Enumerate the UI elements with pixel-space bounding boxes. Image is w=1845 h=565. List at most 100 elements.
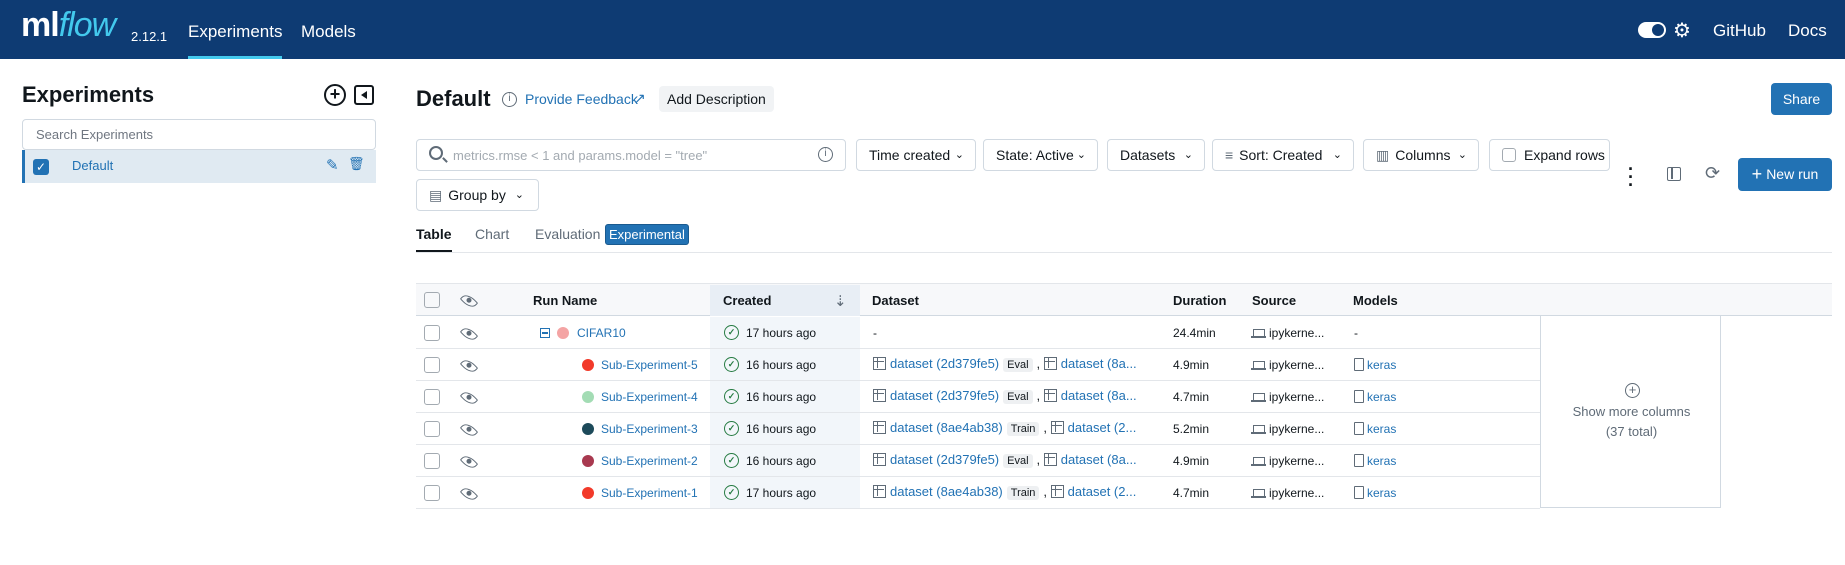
run-name-link[interactable]: CIFAR10 bbox=[577, 326, 626, 340]
row-checkbox[interactable] bbox=[424, 389, 440, 405]
models-cell[interactable]: keras bbox=[1354, 486, 1396, 500]
run-color-dot[interactable] bbox=[582, 391, 594, 403]
row-checkbox[interactable] bbox=[424, 421, 440, 437]
eye-icon[interactable] bbox=[459, 291, 479, 311]
dataset-link[interactable]: dataset (8a... bbox=[1061, 356, 1137, 371]
run-color-dot[interactable] bbox=[582, 423, 594, 435]
table-row[interactable]: Sub-Experiment-5 ✓ 16 hours ago dataset (2d… bbox=[416, 349, 1540, 381]
dataset-link[interactable]: dataset (2... bbox=[1068, 484, 1137, 499]
row-checkbox[interactable] bbox=[424, 357, 440, 373]
run-color-dot[interactable] bbox=[557, 327, 569, 339]
gear-icon[interactable]: ⚙ bbox=[1673, 18, 1691, 43]
time-created-dropdown[interactable]: Time created ⌄ bbox=[856, 139, 976, 171]
models-cell[interactable]: keras bbox=[1354, 358, 1396, 372]
tab-table[interactable]: Table bbox=[416, 226, 452, 253]
info-icon[interactable]: i bbox=[502, 92, 517, 107]
nav-github[interactable]: GitHub bbox=[1713, 21, 1766, 41]
state-dropdown[interactable]: State: Active ⌄ bbox=[983, 139, 1098, 171]
experiment-checkbox[interactable]: ✓ bbox=[33, 159, 49, 175]
run-color-dot[interactable] bbox=[582, 455, 594, 467]
expand-rows-toggle[interactable]: Expand rows bbox=[1489, 139, 1610, 171]
dataset-link[interactable]: dataset (8ae4ab38) bbox=[890, 420, 1003, 435]
expand-rows-checkbox[interactable] bbox=[1502, 148, 1516, 162]
dataset-link[interactable]: dataset (8a... bbox=[1061, 388, 1137, 403]
header-dataset[interactable]: Dataset bbox=[872, 285, 919, 316]
datasets-dropdown[interactable]: Datasets ⌄ bbox=[1107, 139, 1205, 171]
header-created[interactable]: Created bbox=[723, 285, 771, 316]
source-cell[interactable]: ipykerne... bbox=[1251, 454, 1324, 468]
group-by-dropdown[interactable]: ▤ Group by ⌄ bbox=[416, 179, 539, 211]
table-row[interactable]: Sub-Experiment-1 ✓ 17 hours ago dataset (8a… bbox=[416, 477, 1540, 509]
run-filter-input[interactable]: metrics.rmse < 1 and params.model = "tre… bbox=[416, 139, 846, 171]
eye-icon[interactable] bbox=[459, 324, 479, 344]
run-name-link[interactable]: Sub-Experiment-5 bbox=[601, 358, 698, 372]
create-experiment-icon[interactable]: + bbox=[324, 84, 346, 106]
dataset-link[interactable]: dataset (2d379fe5) bbox=[890, 452, 999, 467]
side-panel-icon[interactable] bbox=[1667, 167, 1681, 181]
eye-icon[interactable] bbox=[459, 452, 479, 472]
external-link-icon[interactable]: ↗ bbox=[634, 90, 646, 107]
refresh-icon[interactable]: ⟳ bbox=[1705, 163, 1720, 184]
dataset-link[interactable]: dataset (8a... bbox=[1061, 452, 1137, 467]
nav-models[interactable]: Models bbox=[301, 0, 356, 59]
header-run-name[interactable]: Run Name bbox=[533, 285, 597, 316]
new-run-button[interactable]: + New run bbox=[1738, 158, 1832, 191]
run-name-link[interactable]: Sub-Experiment-4 bbox=[601, 390, 698, 404]
table-row[interactable]: Sub-Experiment-3 ✓ 16 hours ago dataset (8a… bbox=[416, 413, 1540, 445]
model-link[interactable]: keras bbox=[1367, 390, 1396, 404]
collapse-sidebar-icon[interactable] bbox=[354, 85, 374, 105]
tab-evaluation[interactable]: Evaluation bbox=[535, 226, 600, 242]
eye-icon[interactable] bbox=[459, 388, 479, 408]
columns-dropdown[interactable]: ▥ Columns ⌄ bbox=[1363, 139, 1479, 171]
eye-icon[interactable] bbox=[459, 484, 479, 504]
show-more-columns[interactable]: + Show more columns (37 total) bbox=[1540, 316, 1721, 508]
table-row[interactable]: Sub-Experiment-4 ✓ 16 hours ago dataset (2d… bbox=[416, 381, 1540, 413]
models-cell[interactable]: keras bbox=[1354, 422, 1396, 436]
header-models[interactable]: Models bbox=[1353, 285, 1398, 316]
run-name-link[interactable]: Sub-Experiment-1 bbox=[601, 486, 698, 500]
mlflow-logo[interactable]: mlflow bbox=[21, 6, 116, 45]
sort-dropdown[interactable]: ≡ Sort: Created ⌄ bbox=[1212, 139, 1354, 171]
dataset-link[interactable]: dataset (2... bbox=[1068, 420, 1137, 435]
run-name-link[interactable]: Sub-Experiment-3 bbox=[601, 422, 698, 436]
table-row[interactable]: Sub-Experiment-2 ✓ 16 hours ago dataset (2d… bbox=[416, 445, 1540, 477]
header-source[interactable]: Source bbox=[1252, 285, 1296, 316]
more-options-icon[interactable]: · · · bbox=[1628, 160, 1634, 194]
model-link[interactable]: keras bbox=[1367, 454, 1396, 468]
source-cell[interactable]: ipykerne... bbox=[1251, 486, 1324, 500]
source-cell[interactable]: ipykerne... bbox=[1251, 358, 1324, 372]
plus-circle-icon[interactable]: + bbox=[1625, 383, 1640, 398]
model-link[interactable]: keras bbox=[1367, 422, 1396, 436]
search-experiments-input[interactable]: Search Experiments bbox=[22, 119, 376, 150]
provide-feedback-link[interactable]: Provide Feedback bbox=[525, 91, 638, 107]
row-checkbox[interactable] bbox=[424, 325, 440, 341]
dataset-link[interactable]: dataset (2d379fe5) bbox=[890, 388, 999, 403]
run-name-link[interactable]: Sub-Experiment-2 bbox=[601, 454, 698, 468]
models-cell[interactable]: keras bbox=[1354, 454, 1396, 468]
select-all-checkbox[interactable] bbox=[424, 292, 440, 308]
row-checkbox[interactable] bbox=[424, 485, 440, 501]
run-color-dot[interactable] bbox=[582, 359, 594, 371]
theme-toggle[interactable] bbox=[1638, 22, 1666, 38]
model-link[interactable]: keras bbox=[1367, 486, 1396, 500]
tab-chart[interactable]: Chart bbox=[475, 226, 509, 242]
source-cell[interactable]: ipykerne... bbox=[1251, 326, 1324, 340]
nav-experiments[interactable]: Experiments bbox=[188, 0, 283, 59]
sort-desc-icon[interactable]: ⇣ bbox=[834, 292, 847, 310]
share-button[interactable]: Share bbox=[1771, 83, 1832, 115]
collapse-group-icon[interactable] bbox=[540, 328, 550, 338]
show-more-columns-label[interactable]: Show more columns bbox=[1541, 404, 1722, 419]
trash-icon[interactable]: 🗑 bbox=[348, 156, 365, 172]
header-duration[interactable]: Duration bbox=[1173, 285, 1226, 316]
sidebar-item-default[interactable]: ✓ Default ✎ 🗑 bbox=[22, 150, 376, 183]
model-link[interactable]: keras bbox=[1367, 358, 1396, 372]
row-checkbox[interactable] bbox=[424, 453, 440, 469]
models-cell[interactable]: keras bbox=[1354, 390, 1396, 404]
table-row[interactable]: CIFAR10 ✓ 17 hours ago - 24.4min ipykerne... - bbox=[416, 317, 1540, 349]
nav-docs[interactable]: Docs bbox=[1788, 21, 1827, 41]
run-color-dot[interactable] bbox=[582, 487, 594, 499]
dataset-link[interactable]: dataset (8ae4ab38) bbox=[890, 484, 1003, 499]
eye-icon[interactable] bbox=[459, 356, 479, 376]
source-cell[interactable]: ipykerne... bbox=[1251, 390, 1324, 404]
eye-icon[interactable] bbox=[459, 420, 479, 440]
